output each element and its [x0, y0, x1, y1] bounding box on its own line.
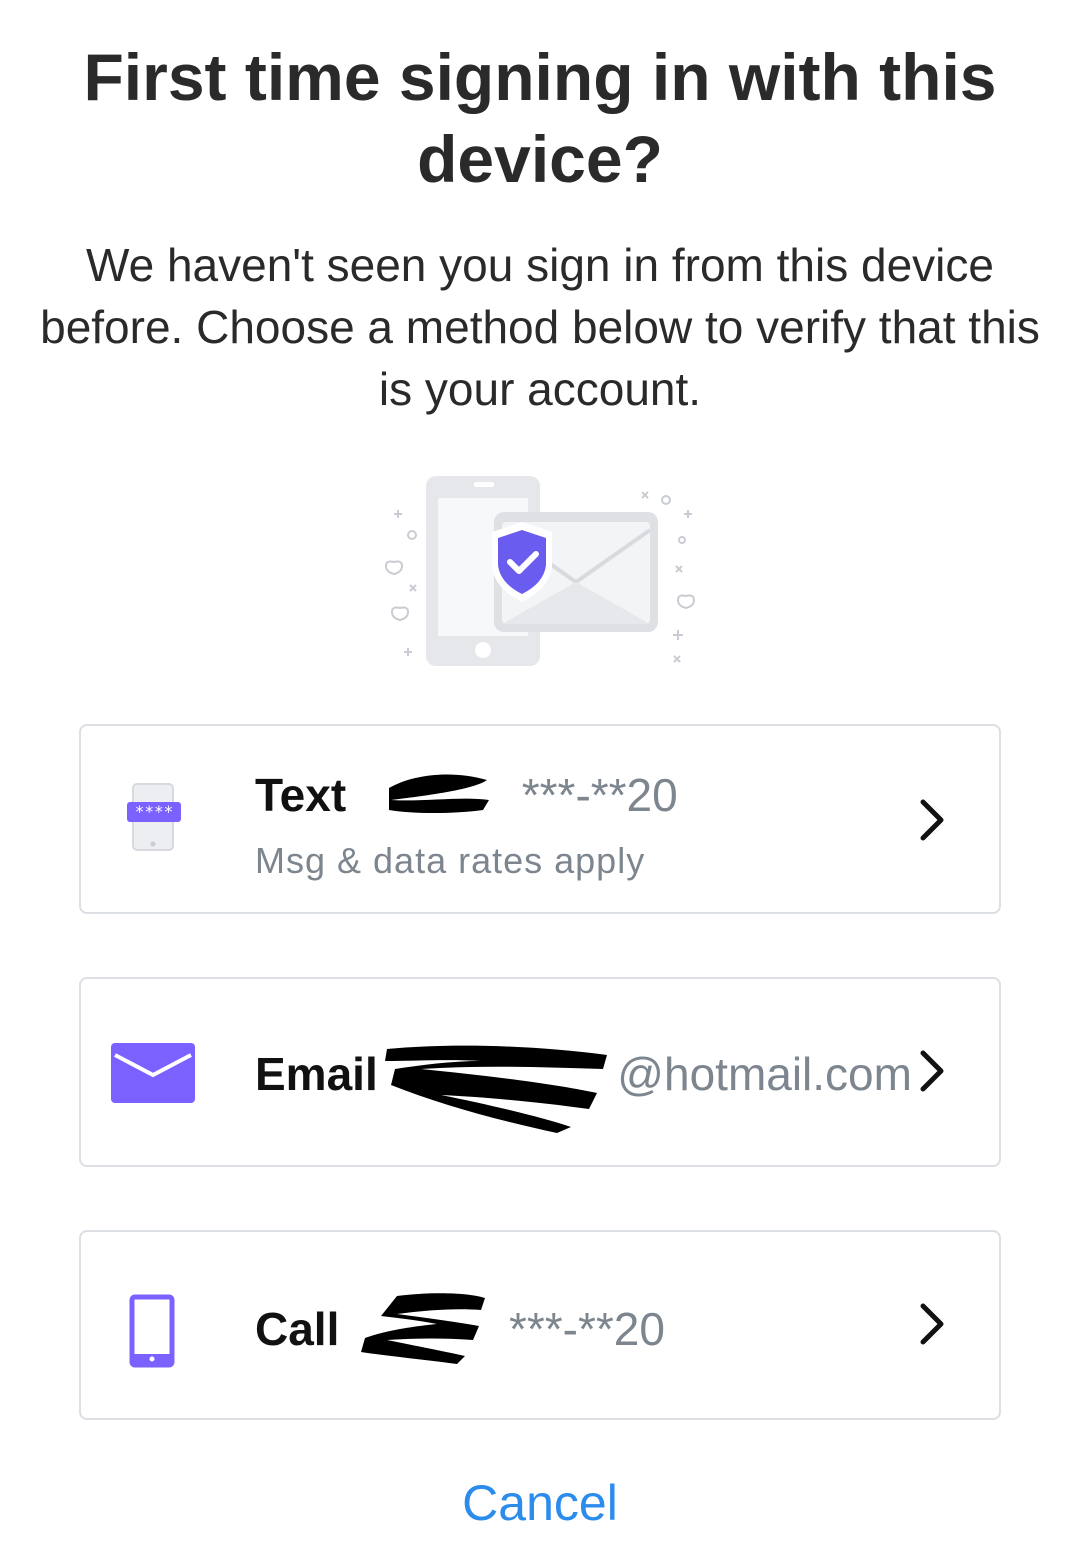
chevron-right-icon — [920, 1303, 944, 1345]
chevron-right-icon — [920, 1050, 944, 1092]
page-description: We haven't seen you sign in from this de… — [40, 239, 1040, 415]
masked-email: @hotmail.com — [617, 1048, 912, 1100]
masked-phone-number: ***-**20 — [508, 1303, 665, 1355]
phone-icon — [129, 1294, 175, 1368]
method-label: Call — [255, 1303, 340, 1355]
method-label: Email — [255, 1048, 378, 1100]
verify-text-option[interactable]: **** Text ***-**20 Msg & data rates appl… — [79, 724, 1001, 914]
redaction-mark — [389, 774, 489, 813]
sms-phone-icon: **** — [127, 783, 181, 851]
envelope-icon — [111, 1043, 195, 1103]
chevron-right-icon — [920, 799, 944, 841]
redaction-mark — [361, 1293, 485, 1364]
method-label: Text — [255, 769, 347, 821]
page-title: First time signing in with this device? — [83, 40, 997, 196]
verify-call-option[interactable]: Call ***-**20 — [79, 1230, 1001, 1420]
svg-text:****: **** — [135, 802, 174, 821]
device-verification-illustration — [384, 476, 696, 666]
masked-phone-number: ***-**20 — [521, 769, 678, 821]
verify-email-option[interactable]: Email @hotmail.com — [79, 977, 1001, 1167]
rates-note: Msg & data rates apply — [255, 840, 646, 881]
redaction-mark — [385, 1045, 607, 1133]
cancel-button[interactable]: Cancel — [0, 1474, 1080, 1532]
